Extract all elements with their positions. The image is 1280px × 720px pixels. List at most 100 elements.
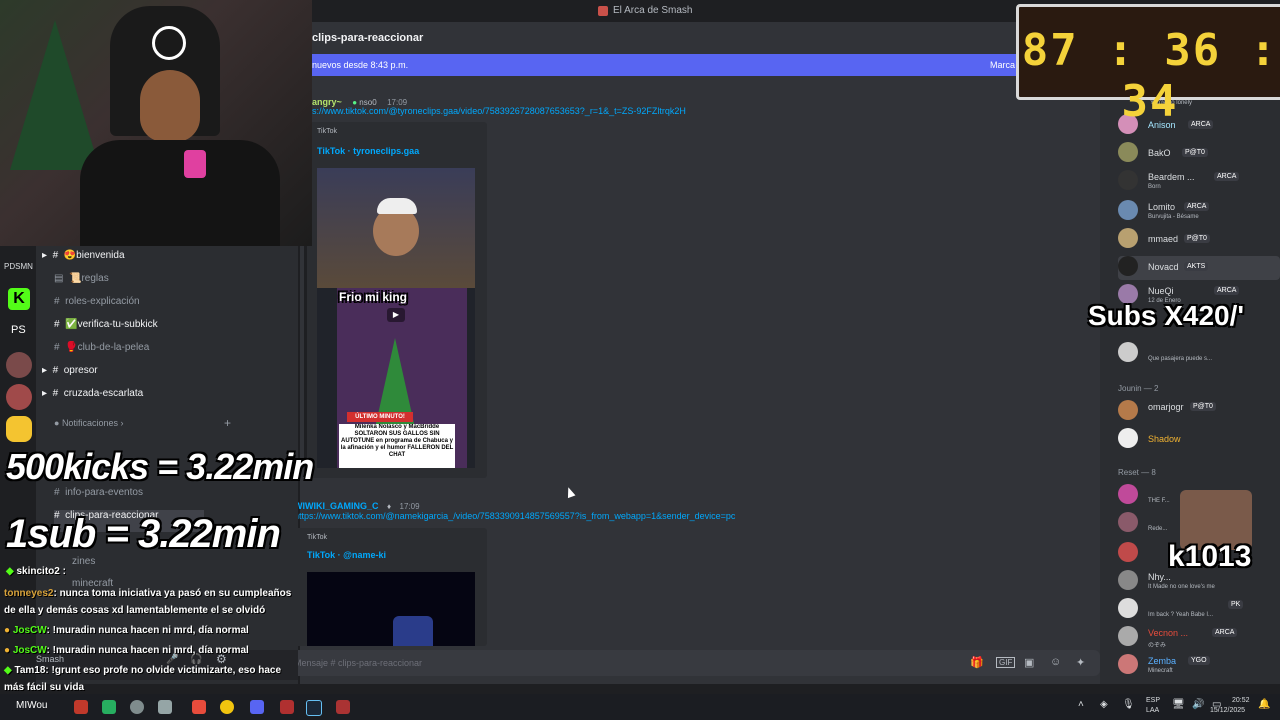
chat-line: ◆ Tam18: !grunt eso profe no olvide vict… [4,665,282,676]
chair-logo-icon [152,26,186,60]
tray-app-icon[interactable]: ◈ [1100,699,1108,710]
chat-line: ● JosCW: !muradin nunca hacen ni mrd, dí… [4,645,249,656]
server-icon [598,6,608,16]
avatar [1118,626,1138,646]
streamer-shirt [80,140,280,246]
layout-indicator[interactable]: LAA [1146,707,1159,714]
server-ps[interactable]: PS [11,324,26,336]
language-indicator[interactable]: ESP [1146,697,1160,704]
gift-icon[interactable]: 🎁 [970,656,984,669]
message-link[interactable]: s://www.tiktok.com/@tyroneclips.gaa/vide… [312,106,686,116]
member-activity: Burvujita - Bésame [1148,214,1199,220]
server-avatar[interactable] [6,416,32,442]
role-badge: PK [1228,600,1244,609]
channel-cruzada[interactable]: ▸ # cruzada-escarlata [42,388,143,410]
add-channel-icon[interactable]: + [224,416,231,430]
subs-overlay: Subs X420/' [1088,300,1245,331]
member-name: NueQi [1148,286,1174,296]
chrome-icon[interactable] [220,700,234,714]
channel-reglas[interactable]: ▤ 📜reglas [54,273,109,295]
message-input[interactable]: Mensaje # clips-para-reaccionar 🎁 GIF ▣ … [292,650,1100,676]
role-badge: ARCA [1184,202,1210,211]
app-icon[interactable] [158,700,172,714]
avatar [1118,400,1138,420]
sticker-icon[interactable]: ▣ [1024,656,1034,669]
channel-info-eventos[interactable]: # info-para-eventos [54,487,143,509]
channel-roles[interactable]: # roles-explicación [54,296,140,318]
server-avatar[interactable] [6,352,32,378]
channel-opresor[interactable]: ▸ # opresor [42,365,98,387]
role-badge: P@T0 [1182,148,1208,157]
member-activity: Born [1148,184,1161,190]
channel-verifica[interactable]: # ✅verifica-tu-subkick [54,319,158,341]
message-link[interactable]: https://www.tiktok.com/@namekigarcia_/vi… [294,511,735,521]
emoji-icon[interactable]: ☺ [1050,656,1061,668]
taskbar: MIWou ˄ ◈ 🎙 ESP LAA 🖥 🔊 ▭ 20:52 15/12/20… [0,694,1280,720]
app-icon[interactable] [280,700,294,714]
video-thumbnail[interactable]: Frio mi king ▶ ÚLTIMO MINUTO! Milenka No… [317,168,475,468]
message-author[interactable]: WIWIKI_GAMING_C [294,501,379,511]
mic-tray-icon[interactable]: 🎙 [1122,699,1135,710]
member-name: Novacd [1148,262,1179,272]
network-icon[interactable]: 🖥 [1172,699,1185,710]
embed-title[interactable]: TikTok · tyroneclips.gaa [317,146,419,156]
server-avatar[interactable] [6,384,32,410]
member-activity: Im back ? Yeah Babe I... [1148,612,1214,618]
thumbnail-banner: ÚLTIMO MINUTO! [347,412,413,422]
chat-line: tonneyes2: nunca toma iniciativa ya pasó… [4,588,292,599]
avatar [1118,142,1138,162]
volume-icon[interactable]: 🔊 [1192,699,1204,710]
avatar [1118,428,1138,448]
webcam-overlay [0,0,312,246]
category-notificaciones[interactable]: ● Notificaciones › [54,418,123,428]
member-activity: Rede... [1148,526,1168,532]
member-activity: Minecraft [1148,668,1173,674]
notifications-icon[interactable]: 🔔 [1258,699,1270,710]
tiktok-embed[interactable]: TikTok TikTok · @name-ki [294,528,487,646]
thumbnail-headline: Milenka Nolasco y MacBridde SOLTARON SUS… [339,424,455,468]
member-item[interactable]: Novacd AKTS [1118,256,1280,280]
chat-line: ◆ skincito2 : [6,566,66,577]
role-badge: ARCA [1214,172,1240,181]
avatar [1118,228,1138,248]
embed-title[interactable]: TikTok · @name-ki [307,550,386,560]
avatar [1118,570,1138,590]
member-name: Beardem ... [1148,172,1195,182]
app-icon[interactable] [336,700,350,714]
channel-club[interactable]: # 🥊club-de-la-pelea [54,342,149,364]
clock-time[interactable]: 20:52 [1232,697,1250,704]
new-messages-bar[interactable]: nuevos desde 8:43 p.m. Marca [300,54,1020,76]
stream-chat: ◆ skincito2 : tonneyes2: nunca toma inic… [0,566,310,694]
member-activity: のぞみ [1148,643,1167,649]
clock-date[interactable]: 15/12/2025 [1210,707,1245,714]
server-label[interactable]: PDSMN [4,262,33,271]
kick-icon[interactable]: K [8,288,30,310]
apps-icon[interactable]: ✦ [1076,656,1085,669]
chat-line: de ella y demás cosas xd lamentablemente… [4,605,266,616]
role-badge: P@T0 [1184,234,1210,243]
play-icon[interactable]: ▶ [387,308,405,322]
chat-line: ● JosCW: !muradin nunca hacen ni mrd, dí… [4,625,249,636]
role-badge: YGO [1188,656,1210,665]
avatar [1118,484,1138,504]
app-icon[interactable] [130,700,144,714]
kicks-overlay: 500kicks = 3.22min [6,446,314,487]
brave-icon[interactable] [192,700,206,714]
gif-icon[interactable]: GIF [996,657,1016,668]
microphone-icon [184,150,206,178]
avatar [1118,256,1138,276]
member-activity: It Made no one love's me [1148,584,1215,590]
member-activity: Que pasajera puede s... [1148,356,1213,362]
channel-bienvenida[interactable]: ▸ # 😍bienvenida [42,250,125,272]
video-thumbnail[interactable] [307,572,475,646]
discord-icon[interactable] [250,700,264,714]
app-icon[interactable] [102,700,116,714]
tiktok-embed[interactable]: TikTok TikTok · tyroneclips.gaa Frio mi … [304,122,487,478]
role-badge: ARCA [1214,286,1240,295]
subathon-timer: 87 : 36 : 34 [1016,4,1280,127]
role-badge: ARCA [1212,628,1238,637]
app-icon[interactable] [74,700,88,714]
mark-read-button[interactable]: Marca [990,60,1015,70]
steam-icon[interactable] [306,700,322,716]
tray-chevron-icon[interactable]: ˄ [1078,699,1084,710]
